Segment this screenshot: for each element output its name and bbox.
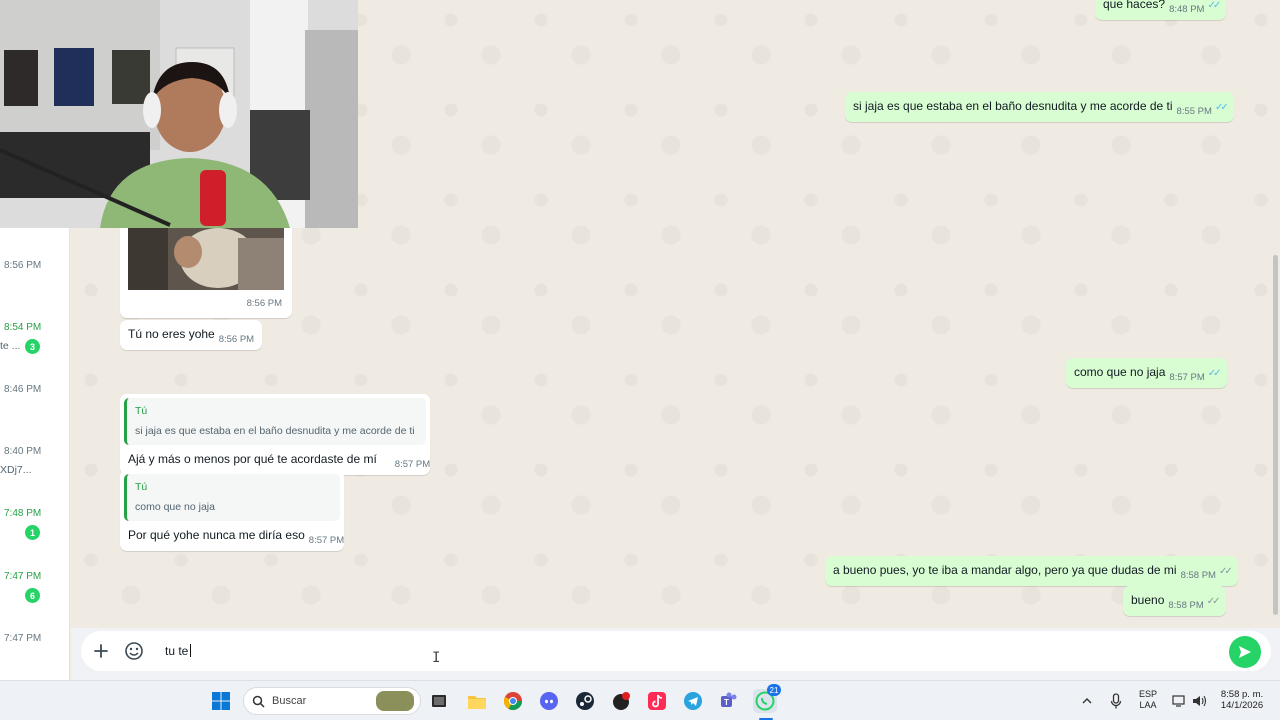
- unread-badge: 6: [25, 588, 40, 603]
- search-highlight-image: [376, 691, 414, 711]
- message-time: 8:55 PM: [1176, 106, 1212, 117]
- message-incoming-reply[interactable]: Tú como que no jaja Por qué yohe nunca m…: [120, 470, 344, 551]
- search-icon: [252, 695, 265, 708]
- message-outgoing[interactable]: como que no jaja 8:57 PM ✓✓: [1066, 358, 1227, 388]
- clock-date: 14/1/2026: [1220, 700, 1264, 711]
- unread-badge: 3: [25, 339, 40, 354]
- message-time: 8:48 PM: [1169, 4, 1205, 15]
- system-clock[interactable]: 8:58 p. m. 14/1/2026: [1212, 689, 1272, 711]
- chat-list-time: 7:47 PM: [4, 633, 42, 644]
- quoted-text: como que no jaja: [135, 501, 215, 513]
- text-caret: [190, 644, 192, 657]
- mouse-ibeam-cursor-icon: I: [432, 650, 441, 666]
- read-ticks-icon: ✓✓: [1207, 368, 1222, 379]
- chat-list-time: 8:46 PM: [4, 384, 42, 395]
- teams-icon[interactable]: T: [717, 689, 741, 713]
- message-time: 8:57 PM: [1169, 372, 1205, 383]
- telegram-icon[interactable]: [681, 689, 705, 713]
- chat-list-item[interactable]: 7:48 PM 1: [0, 499, 69, 561]
- message-text: Tú no eres yohe: [128, 327, 215, 341]
- windows-start-icon[interactable]: [209, 689, 233, 713]
- game-app-icon[interactable]: [609, 689, 633, 713]
- chevron-up-icon[interactable]: [1080, 689, 1094, 713]
- message-time: 8:56 PM: [218, 334, 255, 345]
- message-composer: tu te: [71, 628, 1280, 680]
- svg-text:T: T: [724, 698, 729, 707]
- message-outgoing[interactable]: bueno 8:58 PM ✓✓: [1123, 586, 1226, 616]
- language-code: ESP: [1138, 689, 1157, 699]
- sticker-emoji-icon[interactable]: [122, 639, 146, 663]
- input-language-indicator[interactable]: ESP LAA: [1136, 689, 1160, 711]
- message-time: 8:57 PM: [394, 459, 431, 470]
- quoted-message[interactable]: Tú como que no jaja: [124, 474, 340, 521]
- steam-icon[interactable]: [573, 689, 597, 713]
- message-text: a bueno pues, yo te iba a mandar algo, p…: [833, 563, 1177, 577]
- whatsapp-taskbar-icon[interactable]: 21: [753, 684, 781, 713]
- chat-list-item[interactable]: 8:54 PM te ... 3: [0, 312, 69, 374]
- chat-list-item[interactable]: 8:40 PM XDj7...: [0, 437, 69, 499]
- message-incoming[interactable]: Tú no eres yohe 8:56 PM: [120, 320, 263, 350]
- network-icon[interactable]: [1168, 689, 1190, 713]
- send-button[interactable]: [1229, 636, 1261, 668]
- windows-taskbar: Buscar T 21 ESP LAA 8:58 p. m. 14/1/2026: [0, 680, 1280, 720]
- chat-list-item[interactable]: 8:56 PM: [0, 250, 69, 312]
- message-time: 8:57 PM: [308, 535, 345, 546]
- message-text: como que no jaja: [1074, 365, 1166, 379]
- message-time: 8:56 PM: [246, 298, 282, 309]
- chat-list-time: 7:48 PM: [4, 508, 42, 519]
- message-text: Por qué yohe nunca me diría eso: [128, 528, 305, 542]
- message-text: que haces?: [1103, 0, 1166, 11]
- chat-list-time: 8:54 PM: [4, 322, 42, 333]
- message-outgoing[interactable]: si jaja es que estaba en el baño desnudi…: [845, 92, 1234, 122]
- message-time: 8:58 PM: [1180, 570, 1216, 581]
- webcam-overlay: [0, 0, 358, 228]
- read-ticks-icon: ✓✓: [1207, 0, 1221, 11]
- quoted-author: Tú: [135, 481, 148, 493]
- chat-list-item[interactable]: 7:47 PM 6: [0, 562, 69, 624]
- message-time: 8:58 PM: [1168, 600, 1204, 611]
- clock-time: 8:58 p. m.: [1220, 689, 1264, 700]
- chat-list-item[interactable]: 8:46 PM: [0, 375, 69, 437]
- quoted-author: Tú: [135, 405, 148, 417]
- chat-list-item[interactable]: 7:47 PM: [0, 624, 69, 680]
- chat-list-time: 8:56 PM: [4, 260, 42, 271]
- microphone-icon[interactable]: [1106, 689, 1126, 713]
- chat-list-time: 8:40 PM: [4, 446, 42, 457]
- message-outgoing[interactable]: a bueno pues, yo te iba a mandar algo, p…: [825, 556, 1238, 586]
- unread-badge: 1: [25, 525, 40, 540]
- taskbar-search[interactable]: Buscar: [243, 687, 421, 715]
- message-text: Ajá y más o menos por qué te acordaste d…: [128, 452, 377, 466]
- message-input-container[interactable]: tu te: [81, 631, 1271, 671]
- search-placeholder: Buscar: [272, 695, 307, 707]
- tiktok-icon[interactable]: [645, 689, 669, 713]
- send-icon: [1239, 646, 1251, 658]
- quoted-message[interactable]: Tú si jaja es que estaba en el baño desn…: [124, 398, 426, 445]
- chat-list-snippet: te ...: [0, 340, 21, 352]
- chat-list-snippet: XDj7...: [0, 464, 32, 476]
- keyboard-layout: LAA: [1139, 700, 1157, 710]
- attach-plus-icon[interactable]: [89, 639, 113, 663]
- chat-list-time: 7:47 PM: [4, 571, 42, 582]
- message-incoming-reply[interactable]: Tú si jaja es que estaba en el baño desn…: [120, 394, 430, 475]
- scrollbar-thumb[interactable]: [1273, 255, 1278, 615]
- file-explorer-icon[interactable]: [465, 689, 489, 713]
- delivered-ticks-icon: ✓✓: [1218, 566, 1233, 577]
- chrome-icon[interactable]: [501, 689, 525, 713]
- discord-icon[interactable]: [537, 689, 561, 713]
- message-text: si jaja es que estaba en el baño desnudi…: [853, 99, 1173, 113]
- read-ticks-icon: ✓✓: [1214, 102, 1229, 113]
- message-text: bueno: [1131, 593, 1165, 607]
- volume-icon[interactable]: [1188, 689, 1210, 713]
- message-input[interactable]: tu te: [165, 644, 192, 658]
- media-thumbnail[interactable]: [128, 228, 284, 290]
- message-outgoing[interactable]: que haces? 8:48 PM ✓✓: [1095, 0, 1227, 20]
- message-input-value: tu te: [165, 644, 189, 658]
- quoted-text: si jaja es que estaba en el baño desnudi…: [135, 425, 415, 437]
- chat-scrollbar[interactable]: [1272, 0, 1280, 628]
- whatsapp-unread-badge: 21: [767, 684, 781, 696]
- task-view-icon[interactable]: [427, 689, 451, 713]
- delivered-ticks-icon: ✓✓: [1206, 596, 1221, 607]
